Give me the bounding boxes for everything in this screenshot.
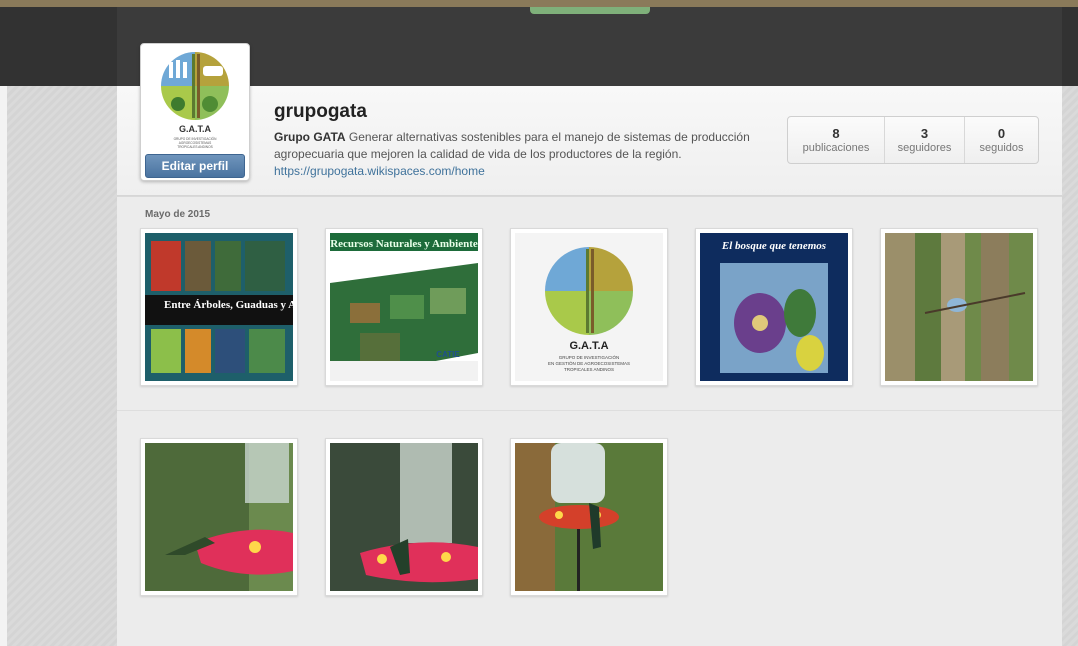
post-publisher: CATIE [436, 350, 460, 359]
forest-book-cover-icon: El bosque que tenemos [700, 233, 848, 381]
hummingbird-feeder-photo-icon [515, 443, 663, 591]
svg-text:EN GESTIÓN DE AGROECOSISTEMAS: EN GESTIÓN DE AGROECOSISTEMAS [548, 360, 630, 366]
feed-date-label: Mayo de 2015 [145, 209, 211, 220]
post-thumbnail[interactable]: G.A.T.A GRUPO DE INVESTIGACIÓN EN GESTIÓ… [510, 228, 668, 386]
post-thumbnail[interactable]: El bosque que tenemos [695, 228, 853, 386]
logo-title: G.A.T.A [179, 124, 212, 134]
stat-following-label: seguidos [979, 141, 1024, 154]
edit-profile-button[interactable]: Editar perfil [145, 154, 245, 178]
stat-followers[interactable]: 3 seguidores [885, 117, 965, 163]
window-left-edge [0, 0, 7, 646]
svg-text:TROPICALES ANDINOS: TROPICALES ANDINOS [564, 367, 614, 372]
post-thumbnail[interactable]: Recursos Naturales y Ambiente CATIE [325, 228, 483, 386]
gata-logo-icon: G.A.T.A GRUPO DE INVESTIGACIÓN AGROECOSI… [145, 48, 245, 148]
post-thumbnail[interactable]: Entre Árboles, Guaduas y Aves [140, 228, 298, 386]
post-thumbnail[interactable] [325, 438, 483, 596]
profile-avatar[interactable]: G.A.T.A GRUPO DE INVESTIGACIÓN AGROECOSI… [140, 43, 250, 181]
post-title: El bosque que tenemos [721, 240, 826, 252]
magazine-cover-icon: Recursos Naturales y Ambiente CATIE [330, 233, 478, 381]
profile-column: G.A.T.A GRUPO DE INVESTIGACIÓN AGROECOSI… [117, 7, 1062, 646]
post-title: Recursos Naturales y Ambiente [330, 238, 478, 250]
birds-book-cover-icon: Entre Árboles, Guaduas y Aves [145, 233, 293, 381]
svg-text:TROPICALES ANDINOS: TROPICALES ANDINOS [177, 145, 212, 148]
stat-followers-count: 3 [920, 125, 929, 141]
blue-bird-photo-icon [885, 233, 1033, 381]
stat-posts-label: publicaciones [802, 141, 870, 154]
post-title: G.A.T.A [569, 340, 608, 352]
hummingbird-feeder-photo-icon [145, 443, 293, 591]
profile-username: grupogata [274, 101, 367, 122]
svg-text:GRUPO DE INVESTIGACIÓN: GRUPO DE INVESTIGACIÓN [559, 354, 620, 360]
window-top-edge [0, 0, 1078, 7]
page-background-left [7, 86, 117, 646]
post-thumbnail[interactable] [880, 228, 1038, 386]
page-background-right [1062, 86, 1078, 646]
stat-posts-count: 8 [832, 125, 840, 141]
profile-cover [117, 7, 1062, 86]
stat-followers-label: seguidores [897, 141, 952, 154]
profile-bio-text: Generar alternativas sostenibles para el… [274, 130, 750, 161]
post-title: Entre Árboles, Guaduas y Aves [164, 299, 293, 311]
post-thumbnail[interactable] [510, 438, 668, 596]
hummingbird-feeder-photo-icon [330, 443, 478, 591]
stat-posts[interactable]: 8 publicaciones [788, 117, 885, 163]
profile-bio: Grupo GATA Generar alternativas sostenib… [274, 129, 784, 180]
post-thumbnail[interactable] [140, 438, 298, 596]
profile-website-link[interactable]: https://grupogata.wikispaces.com/home [274, 163, 784, 180]
profile-full-name: Grupo GATA [274, 130, 346, 144]
stat-following-count: 0 [997, 125, 1006, 141]
top-tab-indicator [530, 7, 650, 14]
profile-stats: 8 publicaciones 3 seguidores 0 seguidos [787, 116, 1039, 164]
gata-logo-cover-icon: G.A.T.A GRUPO DE INVESTIGACIÓN EN GESTIÓ… [515, 233, 663, 381]
feed-row-divider [117, 410, 1062, 411]
stat-following[interactable]: 0 seguidos [965, 117, 1038, 163]
